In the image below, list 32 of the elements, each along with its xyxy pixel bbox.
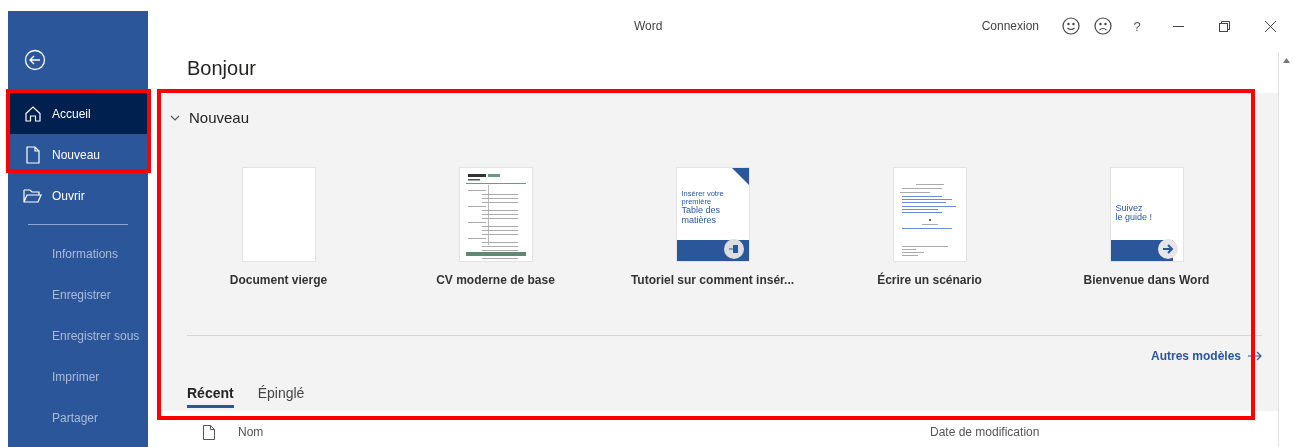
template-name[interactable]: Écrire un scénario (877, 272, 982, 287)
section-heading: Nouveau (189, 109, 250, 127)
folder-icon (23, 187, 43, 204)
help-button[interactable]: ? (1119, 18, 1155, 34)
back-icon[interactable] (24, 48, 46, 71)
template-name[interactable]: CV moderne de base (436, 272, 555, 287)
frown-icon[interactable] (1094, 17, 1112, 35)
column-header[interactable]: Date de modification (930, 425, 1040, 440)
arrow-right-icon (1248, 350, 1262, 361)
sign-in-link[interactable]: Connexion (981, 19, 1039, 33)
sidebar-item[interactable]: Accueil (8, 93, 148, 134)
sidebar-item[interactable]: Nouveau (8, 134, 148, 175)
template-name[interactable]: Tutoriel sur comment insér... (630, 272, 795, 287)
restore-icon[interactable] (1218, 20, 1230, 32)
column-header[interactable]: Nom (238, 425, 264, 440)
page-icon (25, 145, 41, 164)
tab[interactable]: Récent (187, 384, 234, 408)
window-title: Word (634, 19, 663, 33)
template-name[interactable]: Bienvenue dans Word (1083, 272, 1210, 287)
file-icon (203, 424, 215, 440)
close-icon[interactable] (1264, 20, 1276, 32)
tab[interactable]: Épinglé (257, 384, 305, 408)
home-icon (24, 104, 42, 123)
sidebar-item[interactable]: Ouvrir (8, 175, 148, 216)
minimize-icon[interactable] (1172, 25, 1184, 27)
welcome-thumbnail[interactable]: Suivez le guide ! (1110, 167, 1183, 261)
smiley-icon[interactable] (1062, 17, 1080, 35)
greeting-heading: Bonjour (187, 57, 256, 79)
scroll-up-icon[interactable] (1282, 58, 1290, 63)
more-templates-link[interactable]: Autres modèles (1150, 348, 1262, 363)
blank-page-thumbnail[interactable] (242, 167, 315, 261)
template-name[interactable]: Document vierge (229, 272, 328, 287)
